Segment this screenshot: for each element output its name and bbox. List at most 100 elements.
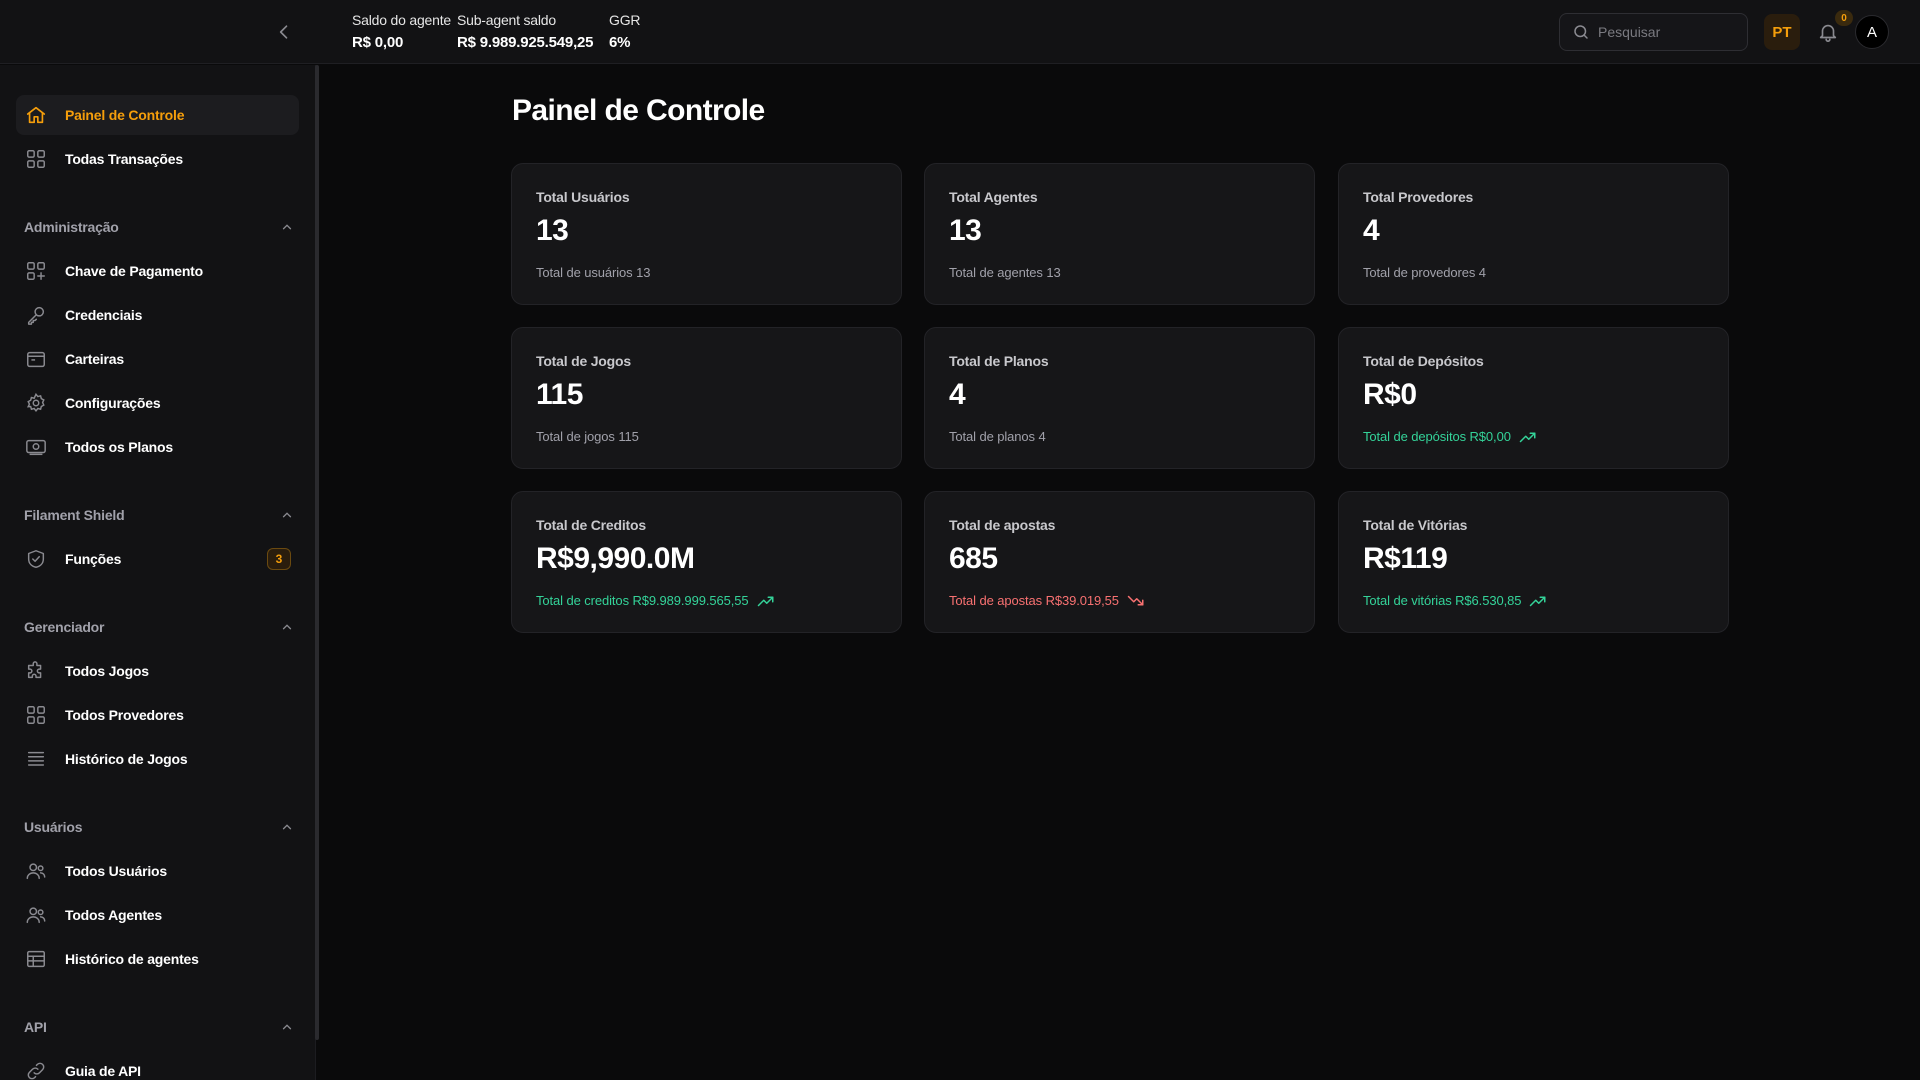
sidebar-item-label: Histórico de Jogos [65,751,188,767]
ggr-label: GGR [609,12,641,28]
stat-card-total-agentes: Total Agentes 13 Total de agentes 13 [924,163,1315,305]
card-description-text: Total de vitórias R$6.530,85 [1363,593,1522,608]
trending-up-icon [757,594,775,608]
card-description: Total de usuários 13 [536,265,650,280]
sidebar-item-credenciais[interactable]: Credenciais [16,295,299,335]
card-label: Total de Depósitos [1363,353,1484,369]
stat-card-total-de-depositos: Total de Depósitos R$0 Total de depósito… [1338,327,1729,469]
sidebar-item-label: Painel de Controle [65,107,185,123]
card-description: Total de provedores 4 [1363,265,1486,280]
card-label: Total de apostas [949,517,1056,533]
sidebar-item-configuracoes[interactable]: Configurações [16,383,299,423]
search-icon [1574,25,1588,39]
users-icon [25,904,47,926]
card-label: Total de Creditos [536,517,646,533]
sidebar-item-chave-de-pagamento[interactable]: Chave de Pagamento [16,251,299,291]
sub-agent-balance-value: R$ 9.989.925.549,25 [457,34,594,51]
language-button[interactable]: PT [1764,14,1800,50]
card-value: R$0 [1363,378,1417,411]
card-value: 4 [1363,214,1380,247]
card-label: Total Agentes [949,189,1038,205]
chevron-up-icon [282,512,292,518]
sidebar-item-todos-agentes[interactable]: Todos Agentes [16,895,299,935]
sidebar-item-label: Todos Jogos [65,663,149,679]
card-description-text: Total de creditos R$9.989.999.565,55 [536,593,749,608]
sidebar-item-todos-usuarios[interactable]: Todos Usuários [16,851,299,891]
group-title: Usuários [24,819,83,835]
sidebar-item-label: Todas Transações [65,151,183,167]
group-header-api[interactable]: API [24,1015,294,1039]
table-icon [25,948,47,970]
group-title: Filament Shield [24,507,125,523]
stat-card-total-de-planos: Total de Planos 4 Total de planos 4 [924,327,1315,469]
link-icon [25,1060,47,1080]
sidebar-item-label: Todos Agentes [65,907,162,923]
stat-card-total-de-jogos: Total de Jogos 115 Total de jogos 115 [511,327,902,469]
sidebar-item-carteiras[interactable]: Carteiras [16,339,299,379]
sidebar-scrollbar[interactable] [315,65,319,1040]
card-value: 13 [949,214,982,247]
gear-icon [25,392,47,414]
group-title: Administração [24,219,119,235]
bell-icon [1819,24,1837,42]
sidebar-item-historico-de-agentes[interactable]: Histórico de agentes [16,939,299,979]
sidebar-item-label: Histórico de agentes [65,951,199,967]
sidebar-item-todos-provedores[interactable]: Todos Provedores [16,695,299,735]
sidebar-item-funcoes[interactable]: Funções 3 [16,539,299,579]
card-description-text: Total de provedores 4 [1363,265,1486,280]
group-header-gerenciador[interactable]: Gerenciador [24,615,294,639]
group-header-administracao[interactable]: Administração [24,215,294,239]
notification-count-badge: 0 [1835,10,1853,26]
chevron-left-icon [279,25,288,39]
agent-balance-value: R$ 0,00 [352,34,404,51]
sidebar-item-label: Credenciais [65,307,143,323]
sidebar-item-label: Configurações [65,395,161,411]
sidebar-item-label: Guia de API [65,1063,141,1079]
sidebar-item-guia-de-api[interactable]: Guia de API [16,1051,299,1080]
agent-balance: Saldo do agente R$ 0,00 [352,12,451,53]
avatar[interactable]: A [1855,15,1889,49]
card-value: 4 [949,378,966,411]
sidebar-item-painel-de-controle[interactable]: Painel de Controle [16,95,299,135]
home-icon [25,104,47,126]
stat-card-total-de-vitorias: Total de Vitórias R$119 Total de vitória… [1338,491,1729,633]
group-header-usuarios[interactable]: Usuários [24,815,294,839]
key-icon [25,304,47,326]
sidebar-item-label: Funções [65,551,122,567]
sidebar-item-label: Chave de Pagamento [65,263,203,279]
stat-card-total-usuarios: Total Usuários 13 Total de usuários 13 [511,163,902,305]
card-value: 685 [949,542,998,575]
group-header-filament-shield[interactable]: Filament Shield [24,503,294,527]
wallet-icon [25,348,47,370]
collapse-sidebar-button[interactable] [272,20,296,44]
card-description: Total de apostas R$39.019,55 [949,593,1145,608]
trending-up-icon [1529,594,1547,608]
search-input[interactable] [1598,24,1738,40]
page-title: Painel de Controle [512,94,765,127]
card-description: Total de planos 4 [949,429,1046,444]
sidebar-item-label: Todos Provedores [65,707,184,723]
sub-agent-balance-label: Sub-agent saldo [457,12,556,28]
sidebar-item-todos-jogos[interactable]: Todos Jogos [16,651,299,691]
shield-check-icon [25,548,47,570]
agent-balance-label: Saldo do agente [352,12,451,28]
chevron-up-icon [282,624,292,630]
card-label: Total de Jogos [536,353,631,369]
list-icon [25,748,47,770]
sidebar-item-todas-transacoes[interactable]: Todas Transações [16,139,299,179]
sub-agent-balance: Sub-agent saldo R$ 9.989.925.549,25 [457,12,594,53]
search-box[interactable] [1559,13,1748,51]
sidebar-item-todos-os-planos[interactable]: Todos os Planos [16,427,299,467]
card-description-text: Total de planos 4 [949,429,1046,444]
sidebar-item-historico-de-jogos[interactable]: Histórico de Jogos [16,739,299,779]
card-description: Total de creditos R$9.989.999.565,55 [536,593,775,608]
card-value: R$9,990.0M [536,542,695,575]
card-description-text: Total de jogos 115 [536,429,639,444]
grid-icon [25,148,47,170]
sidebar-item-label: Carteiras [65,351,124,367]
card-label: Total de Planos [949,353,1049,369]
stat-card-total-de-apostas: Total de apostas 685 Total de apostas R$… [924,491,1315,633]
chevron-up-icon [282,1024,292,1030]
stat-card-total-de-creditos: Total de Creditos R$9,990.0M Total de cr… [511,491,902,633]
grid-plus-icon [25,260,47,282]
